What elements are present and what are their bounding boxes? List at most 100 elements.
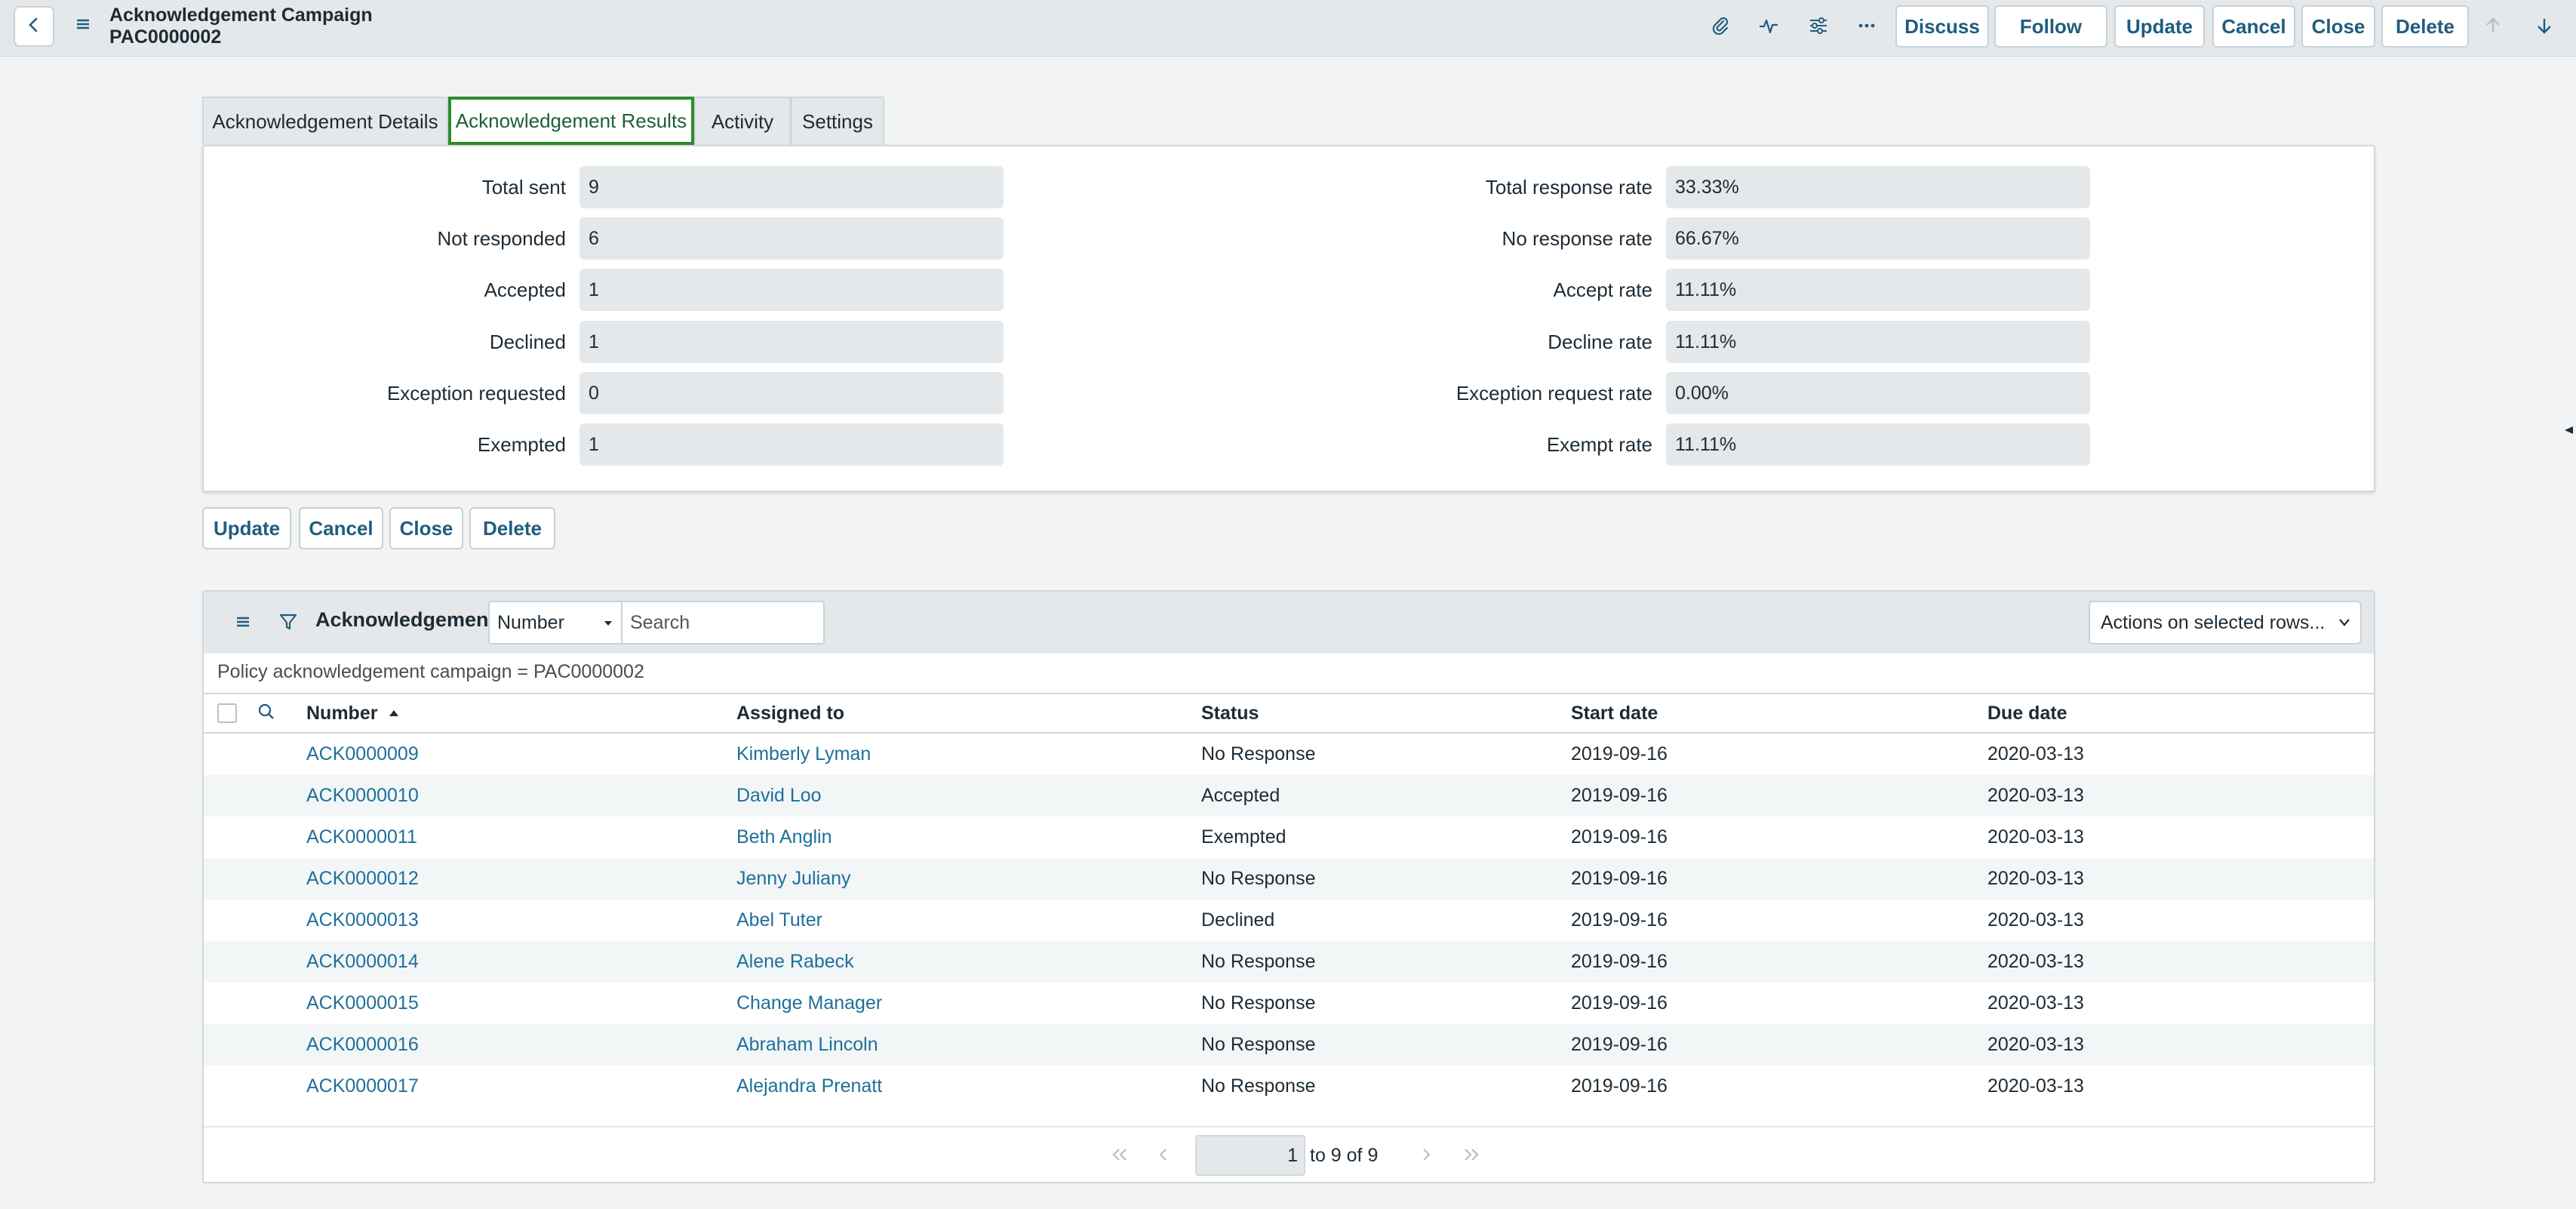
- exception-requested-field[interactable]: 0: [579, 372, 1004, 414]
- accept-rate-field[interactable]: 11.11%: [1666, 269, 2090, 311]
- previous-page-button[interactable]: [1148, 1141, 1179, 1171]
- filter-icon: [278, 611, 299, 636]
- tab-acknowledgement-results[interactable]: Acknowledgement Results: [448, 97, 694, 145]
- previous-record-button[interactable]: [2476, 11, 2510, 44]
- accepted-field[interactable]: 1: [579, 269, 1004, 311]
- first-page-button[interactable]: [1105, 1141, 1135, 1171]
- form-update-button[interactable]: Update: [202, 507, 291, 549]
- row-assigned-to-link[interactable]: Jenny Juliany: [736, 858, 850, 900]
- more-icon: [1855, 14, 1878, 41]
- row-number-link[interactable]: ACK0000015: [306, 983, 419, 1024]
- total-response-rate-field[interactable]: 33.33%: [1666, 166, 2090, 208]
- column-header-start-date[interactable]: Start date: [1571, 694, 1658, 732]
- exempted-field[interactable]: 1: [579, 423, 1004, 466]
- row-assigned-to-link[interactable]: Kimberly Lyman: [736, 734, 871, 775]
- row-due-date: 2020-03-13: [1987, 909, 2084, 931]
- list-search-input[interactable]: [621, 601, 825, 644]
- table-row: ACK0000013 Abel Tuter Declined 2019-09-1…: [204, 900, 2374, 941]
- list-menu-button[interactable]: [228, 608, 258, 638]
- personalize-form-button[interactable]: [1802, 11, 1835, 44]
- column-search-button[interactable]: [257, 702, 279, 724]
- row-number-link[interactable]: ACK0000013: [306, 900, 419, 941]
- row-assigned-to-link[interactable]: Beth Anglin: [736, 817, 832, 858]
- column-header-number[interactable]: Number: [306, 694, 401, 733]
- exempted-label: Exempted: [477, 433, 566, 456]
- row-start-date: 2019-09-16: [1571, 951, 1668, 972]
- header-delete-button[interactable]: Delete: [2381, 5, 2469, 48]
- row-assigned-to-link[interactable]: David Loo: [736, 775, 822, 817]
- next-page-button[interactable]: [1411, 1141, 1441, 1171]
- not-responded-field[interactable]: 6: [579, 217, 1004, 260]
- table-header: Number Assigned to Status Start date Due…: [204, 693, 2374, 734]
- previous-page-icon: [1152, 1143, 1175, 1170]
- row-assigned-to-link[interactable]: Abraham Lincoln: [736, 1024, 878, 1066]
- page-number-input[interactable]: 1: [1195, 1135, 1305, 1176]
- row-number-link[interactable]: ACK0000017: [306, 1066, 419, 1107]
- row-number-link[interactable]: ACK0000014: [306, 941, 419, 983]
- row-due-date: 2020-03-13: [1987, 1075, 2084, 1097]
- header-close-button[interactable]: Close: [2301, 5, 2375, 48]
- accept-rate-label: Accept rate: [1553, 278, 1652, 301]
- back-button[interactable]: [14, 6, 54, 47]
- header-cancel-button[interactable]: Cancel: [2212, 5, 2295, 48]
- row-number-link[interactable]: ACK0000011: [306, 817, 417, 858]
- row-start-date: 2019-09-16: [1571, 785, 1668, 806]
- declined-field[interactable]: 1: [579, 321, 1004, 363]
- row-start-date: 2019-09-16: [1571, 1075, 1668, 1097]
- pagination: 1 to 9 of 9: [204, 1126, 2374, 1185]
- activity-stream-button[interactable]: [1752, 11, 1785, 44]
- actions-on-selected-rows-select[interactable]: Actions on selected rows...: [2089, 601, 2362, 644]
- tab-acknowledgement-details[interactable]: Acknowledgement Details: [202, 97, 448, 145]
- next-record-button[interactable]: [2528, 11, 2561, 44]
- row-assigned-to-link[interactable]: Alene Rabeck: [736, 941, 854, 983]
- header-update-button[interactable]: Update: [2114, 5, 2205, 48]
- row-number-link[interactable]: ACK0000016: [306, 1024, 419, 1066]
- arrow-down-icon: [2534, 15, 2555, 40]
- follow-button[interactable]: Follow: [1994, 5, 2107, 48]
- last-page-button[interactable]: [1456, 1141, 1486, 1171]
- no-response-rate-field[interactable]: 66.67%: [1666, 217, 2090, 260]
- row-assigned-to-link[interactable]: Abel Tuter: [736, 900, 822, 941]
- first-page-icon: [1108, 1143, 1131, 1170]
- tab-activity[interactable]: Activity: [694, 97, 791, 145]
- attachment-button[interactable]: [1704, 11, 1737, 44]
- table-row: ACK0000016 Abraham Lincoln No Response 2…: [204, 1024, 2374, 1066]
- form-cancel-button[interactable]: Cancel: [299, 507, 383, 549]
- row-status: No Response: [1201, 951, 1316, 972]
- column-header-status[interactable]: Status: [1201, 694, 1259, 732]
- row-status: No Response: [1201, 1034, 1316, 1055]
- search-field-value: Number: [497, 612, 564, 633]
- filter-breadcrumb[interactable]: Policy acknowledgement campaign = PAC000…: [217, 661, 644, 683]
- row-assigned-to-link[interactable]: Change Manager: [736, 983, 882, 1024]
- context-menu-button[interactable]: [68, 11, 98, 41]
- arrow-up-icon: [2482, 15, 2504, 40]
- exception-request-rate-field[interactable]: 0.00%: [1666, 372, 2090, 414]
- filter-button[interactable]: [273, 608, 303, 638]
- total-sent-field[interactable]: 9: [579, 166, 1004, 208]
- row-number-link[interactable]: ACK0000009: [306, 734, 419, 775]
- column-header-due-date[interactable]: Due date: [1987, 694, 2067, 732]
- paperclip-icon: [1709, 14, 1732, 41]
- more-options-button[interactable]: [1850, 11, 1883, 44]
- exempt-rate-field[interactable]: 11.11%: [1666, 423, 2090, 466]
- accepted-label: Accepted: [484, 278, 566, 301]
- row-status: Exempted: [1201, 826, 1286, 848]
- row-number-link[interactable]: ACK0000012: [306, 858, 419, 900]
- form-delete-button[interactable]: Delete: [469, 507, 555, 549]
- form-close-button[interactable]: Close: [389, 507, 463, 549]
- search-field-select[interactable]: Number: [488, 601, 622, 644]
- discuss-button[interactable]: Discuss: [1895, 5, 1989, 48]
- activity-icon: [1757, 14, 1780, 41]
- column-header-assigned-to[interactable]: Assigned to: [736, 694, 844, 732]
- record-number: PAC0000002: [109, 26, 222, 48]
- tab-settings[interactable]: Settings: [791, 97, 884, 145]
- row-number-link[interactable]: ACK0000010: [306, 775, 419, 817]
- row-status: No Response: [1201, 992, 1316, 1014]
- select-all-checkbox[interactable]: [217, 703, 237, 723]
- row-assigned-to-link[interactable]: Alejandra Prenatt: [736, 1066, 882, 1107]
- pagination-range: to 9 of 9: [1310, 1145, 1379, 1166]
- row-start-date: 2019-09-16: [1571, 743, 1668, 764]
- decline-rate-field[interactable]: 11.11%: [1666, 321, 2090, 363]
- side-panel-toggle-icon[interactable]: [2562, 424, 2574, 436]
- row-status: No Response: [1201, 1075, 1316, 1097]
